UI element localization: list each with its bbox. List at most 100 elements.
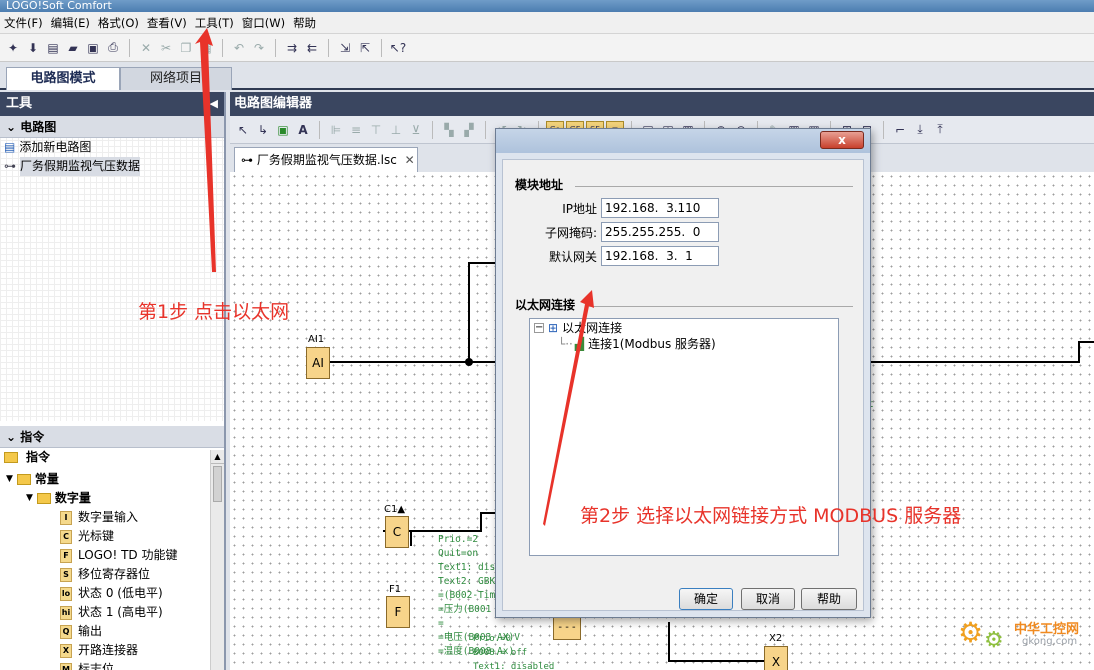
save-icon[interactable]: ▣ bbox=[84, 39, 102, 57]
toolbar-divider bbox=[328, 38, 329, 57]
menu-edit[interactable]: 编辑(E) bbox=[51, 15, 90, 31]
block-c[interactable]: C bbox=[385, 516, 409, 548]
gateway-input[interactable] bbox=[601, 246, 719, 266]
tree-item-add-circuit[interactable]: ▤ 添加新电路图 bbox=[0, 138, 224, 157]
menu-view[interactable]: 查看(V) bbox=[147, 15, 187, 31]
move-down-icon[interactable]: ⤓ bbox=[911, 121, 929, 139]
tree-child-connection[interactable]: └·· ▟ 连接1(Modbus 服务器) bbox=[558, 335, 716, 352]
group-constants[interactable]: ▼ 常量 bbox=[0, 470, 224, 489]
align-center-icon[interactable]: ≡ bbox=[347, 121, 365, 139]
redo-icon[interactable]: ↷ bbox=[250, 39, 268, 57]
text-icon[interactable]: A bbox=[294, 121, 312, 139]
help-button[interactable]: 帮助 bbox=[801, 588, 857, 610]
gear-icon: ⚙ bbox=[958, 616, 984, 649]
document-tab-label: 厂务假期监视气压数据.lsc bbox=[256, 153, 397, 167]
delete-icon[interactable]: ✕ bbox=[137, 39, 155, 57]
expand-arrow-icon: ▼ bbox=[26, 493, 33, 503]
watermark-url: gkong.com bbox=[1022, 636, 1078, 647]
tab-document[interactable]: ⊶ 厂务假期监视气压数据.lsc ✕ bbox=[234, 147, 418, 172]
align-left-icon[interactable]: ⊫ bbox=[327, 121, 345, 139]
tree-item-circuit-file[interactable]: ⊶ 厂务假期监视气压数据 bbox=[0, 157, 224, 176]
scroll-up-icon[interactable]: ▲ bbox=[211, 450, 224, 464]
message-text-params-2: Prio.=0 B008.= off Text1: disabled bbox=[473, 634, 555, 670]
move-up-icon[interactable]: ⤒ bbox=[931, 121, 949, 139]
ip-row: IP地址 bbox=[515, 198, 719, 218]
list-item[interactable]: Q 输出 bbox=[0, 622, 224, 641]
list-item[interactable]: M 标志位 bbox=[0, 660, 224, 670]
align-bottom-icon[interactable]: ⊻ bbox=[407, 121, 425, 139]
close-icon[interactable]: ✕ bbox=[405, 153, 415, 167]
annotation-step1: 第1步 点击以太网 bbox=[138, 301, 290, 323]
align-middle-icon[interactable]: ⊥ bbox=[387, 121, 405, 139]
collapse-icon[interactable]: − bbox=[534, 322, 544, 333]
transfer-in-icon[interactable]: ⇲ bbox=[336, 39, 354, 57]
ethernet-dialog: x 模块地址 IP地址 子网掩码: 默认网关 以太网连接 − ⊞ 以太网连接 └… bbox=[495, 128, 871, 618]
menu-window[interactable]: 窗口(W) bbox=[242, 15, 285, 31]
paste-icon[interactable]: ▦ bbox=[197, 39, 215, 57]
new-icon[interactable]: ✦ bbox=[4, 39, 22, 57]
block-dashed[interactable]: - - - bbox=[553, 616, 581, 640]
list-item[interactable]: I 数字量输入 bbox=[0, 508, 224, 527]
toolbar-divider bbox=[319, 120, 320, 139]
instructions-scrollbar[interactable]: ▲ bbox=[210, 450, 224, 670]
download-icon[interactable]: ⬇ bbox=[24, 39, 42, 57]
cancel-button[interactable]: 取消 bbox=[741, 588, 795, 610]
copy-icon[interactable]: ❐ bbox=[177, 39, 195, 57]
split-icon[interactable]: ⌐ bbox=[891, 121, 909, 139]
block-x[interactable]: X bbox=[764, 646, 788, 670]
menu-tools[interactable]: 工具(T) bbox=[195, 15, 234, 31]
instruction-label: 输出 bbox=[78, 624, 103, 638]
wire bbox=[668, 660, 764, 662]
tree-root-instructions[interactable]: 指令 bbox=[0, 448, 224, 467]
instruction-label: LOGO! TD 功能键 bbox=[78, 548, 178, 562]
ip-input[interactable] bbox=[601, 198, 719, 218]
list-item[interactable]: X 开路连接器 bbox=[0, 641, 224, 660]
print-icon[interactable]: ⎙ bbox=[104, 39, 122, 57]
gear-icon: ⚙ bbox=[984, 628, 1004, 653]
list-item[interactable]: S 移位寄存器位 bbox=[0, 565, 224, 584]
menu-format[interactable]: 格式(O) bbox=[98, 15, 139, 31]
pc-to-logo-icon[interactable]: ⇉ bbox=[283, 39, 301, 57]
section-instructions-header[interactable]: ⌄ 指令 bbox=[0, 426, 224, 448]
list-item[interactable]: C 光标键 bbox=[0, 527, 224, 546]
open-folder-icon[interactable]: ▰ bbox=[64, 39, 82, 57]
tab-network-project[interactable]: 网络项目 bbox=[120, 67, 232, 90]
instruction-label: 移位寄存器位 bbox=[78, 567, 151, 581]
tree-root-ethernet[interactable]: − ⊞ 以太网连接 bbox=[534, 319, 622, 336]
block-icon[interactable]: ▣ bbox=[274, 121, 292, 139]
pointer-icon[interactable]: ↖ bbox=[234, 121, 252, 139]
logo-to-pc-icon[interactable]: ⇇ bbox=[303, 39, 321, 57]
subnet-input[interactable] bbox=[601, 222, 719, 242]
toolbar-divider bbox=[129, 38, 130, 57]
cut-icon[interactable]: ✂ bbox=[157, 39, 175, 57]
section-circuit-header[interactable]: ⌄ 电路图 bbox=[0, 116, 224, 138]
instruction-chip-icon: Q bbox=[60, 624, 72, 639]
block-ai[interactable]: AI bbox=[306, 347, 330, 379]
list-item[interactable]: lo 状态 0 (低电平) bbox=[0, 584, 224, 603]
toolbar-divider bbox=[222, 38, 223, 57]
undo-icon[interactable]: ↶ bbox=[230, 39, 248, 57]
ok-button[interactable]: 确定 bbox=[679, 588, 733, 610]
close-button[interactable]: x bbox=[820, 131, 864, 149]
group-icon[interactable]: ▚ bbox=[440, 121, 458, 139]
group-digital[interactable]: ▼ 数字量 bbox=[0, 489, 224, 508]
tools-tree: ⌄ 电路图 ▤ 添加新电路图 ⊶ 厂务假期监视气压数据 bbox=[0, 116, 224, 421]
menu-file[interactable]: 文件(F) bbox=[4, 15, 43, 31]
wire bbox=[868, 361, 1078, 363]
scroll-thumb[interactable] bbox=[213, 466, 222, 502]
connection-icon: ▟ bbox=[574, 336, 585, 351]
transfer-out-icon[interactable]: ⇱ bbox=[356, 39, 374, 57]
list-item[interactable]: hi 状态 1 (高电平) bbox=[0, 603, 224, 622]
list-item[interactable]: F LOGO! TD 功能键 bbox=[0, 546, 224, 565]
collapse-left-icon[interactable]: ◀ bbox=[210, 92, 218, 116]
block-f-label: F1 bbox=[389, 584, 402, 595]
connect-icon[interactable]: ↳ bbox=[254, 121, 272, 139]
block-f[interactable]: F bbox=[386, 596, 410, 628]
wire bbox=[410, 532, 412, 546]
align-top-icon[interactable]: ⊤ bbox=[367, 121, 385, 139]
ungroup-icon[interactable]: ▞ bbox=[460, 121, 478, 139]
new-file-icon[interactable]: ▤ bbox=[44, 39, 62, 57]
tab-circuit-mode[interactable]: 电路图模式 bbox=[6, 67, 120, 90]
help-pointer-icon[interactable]: ↖? bbox=[389, 39, 407, 57]
menu-help[interactable]: 帮助 bbox=[293, 15, 316, 31]
